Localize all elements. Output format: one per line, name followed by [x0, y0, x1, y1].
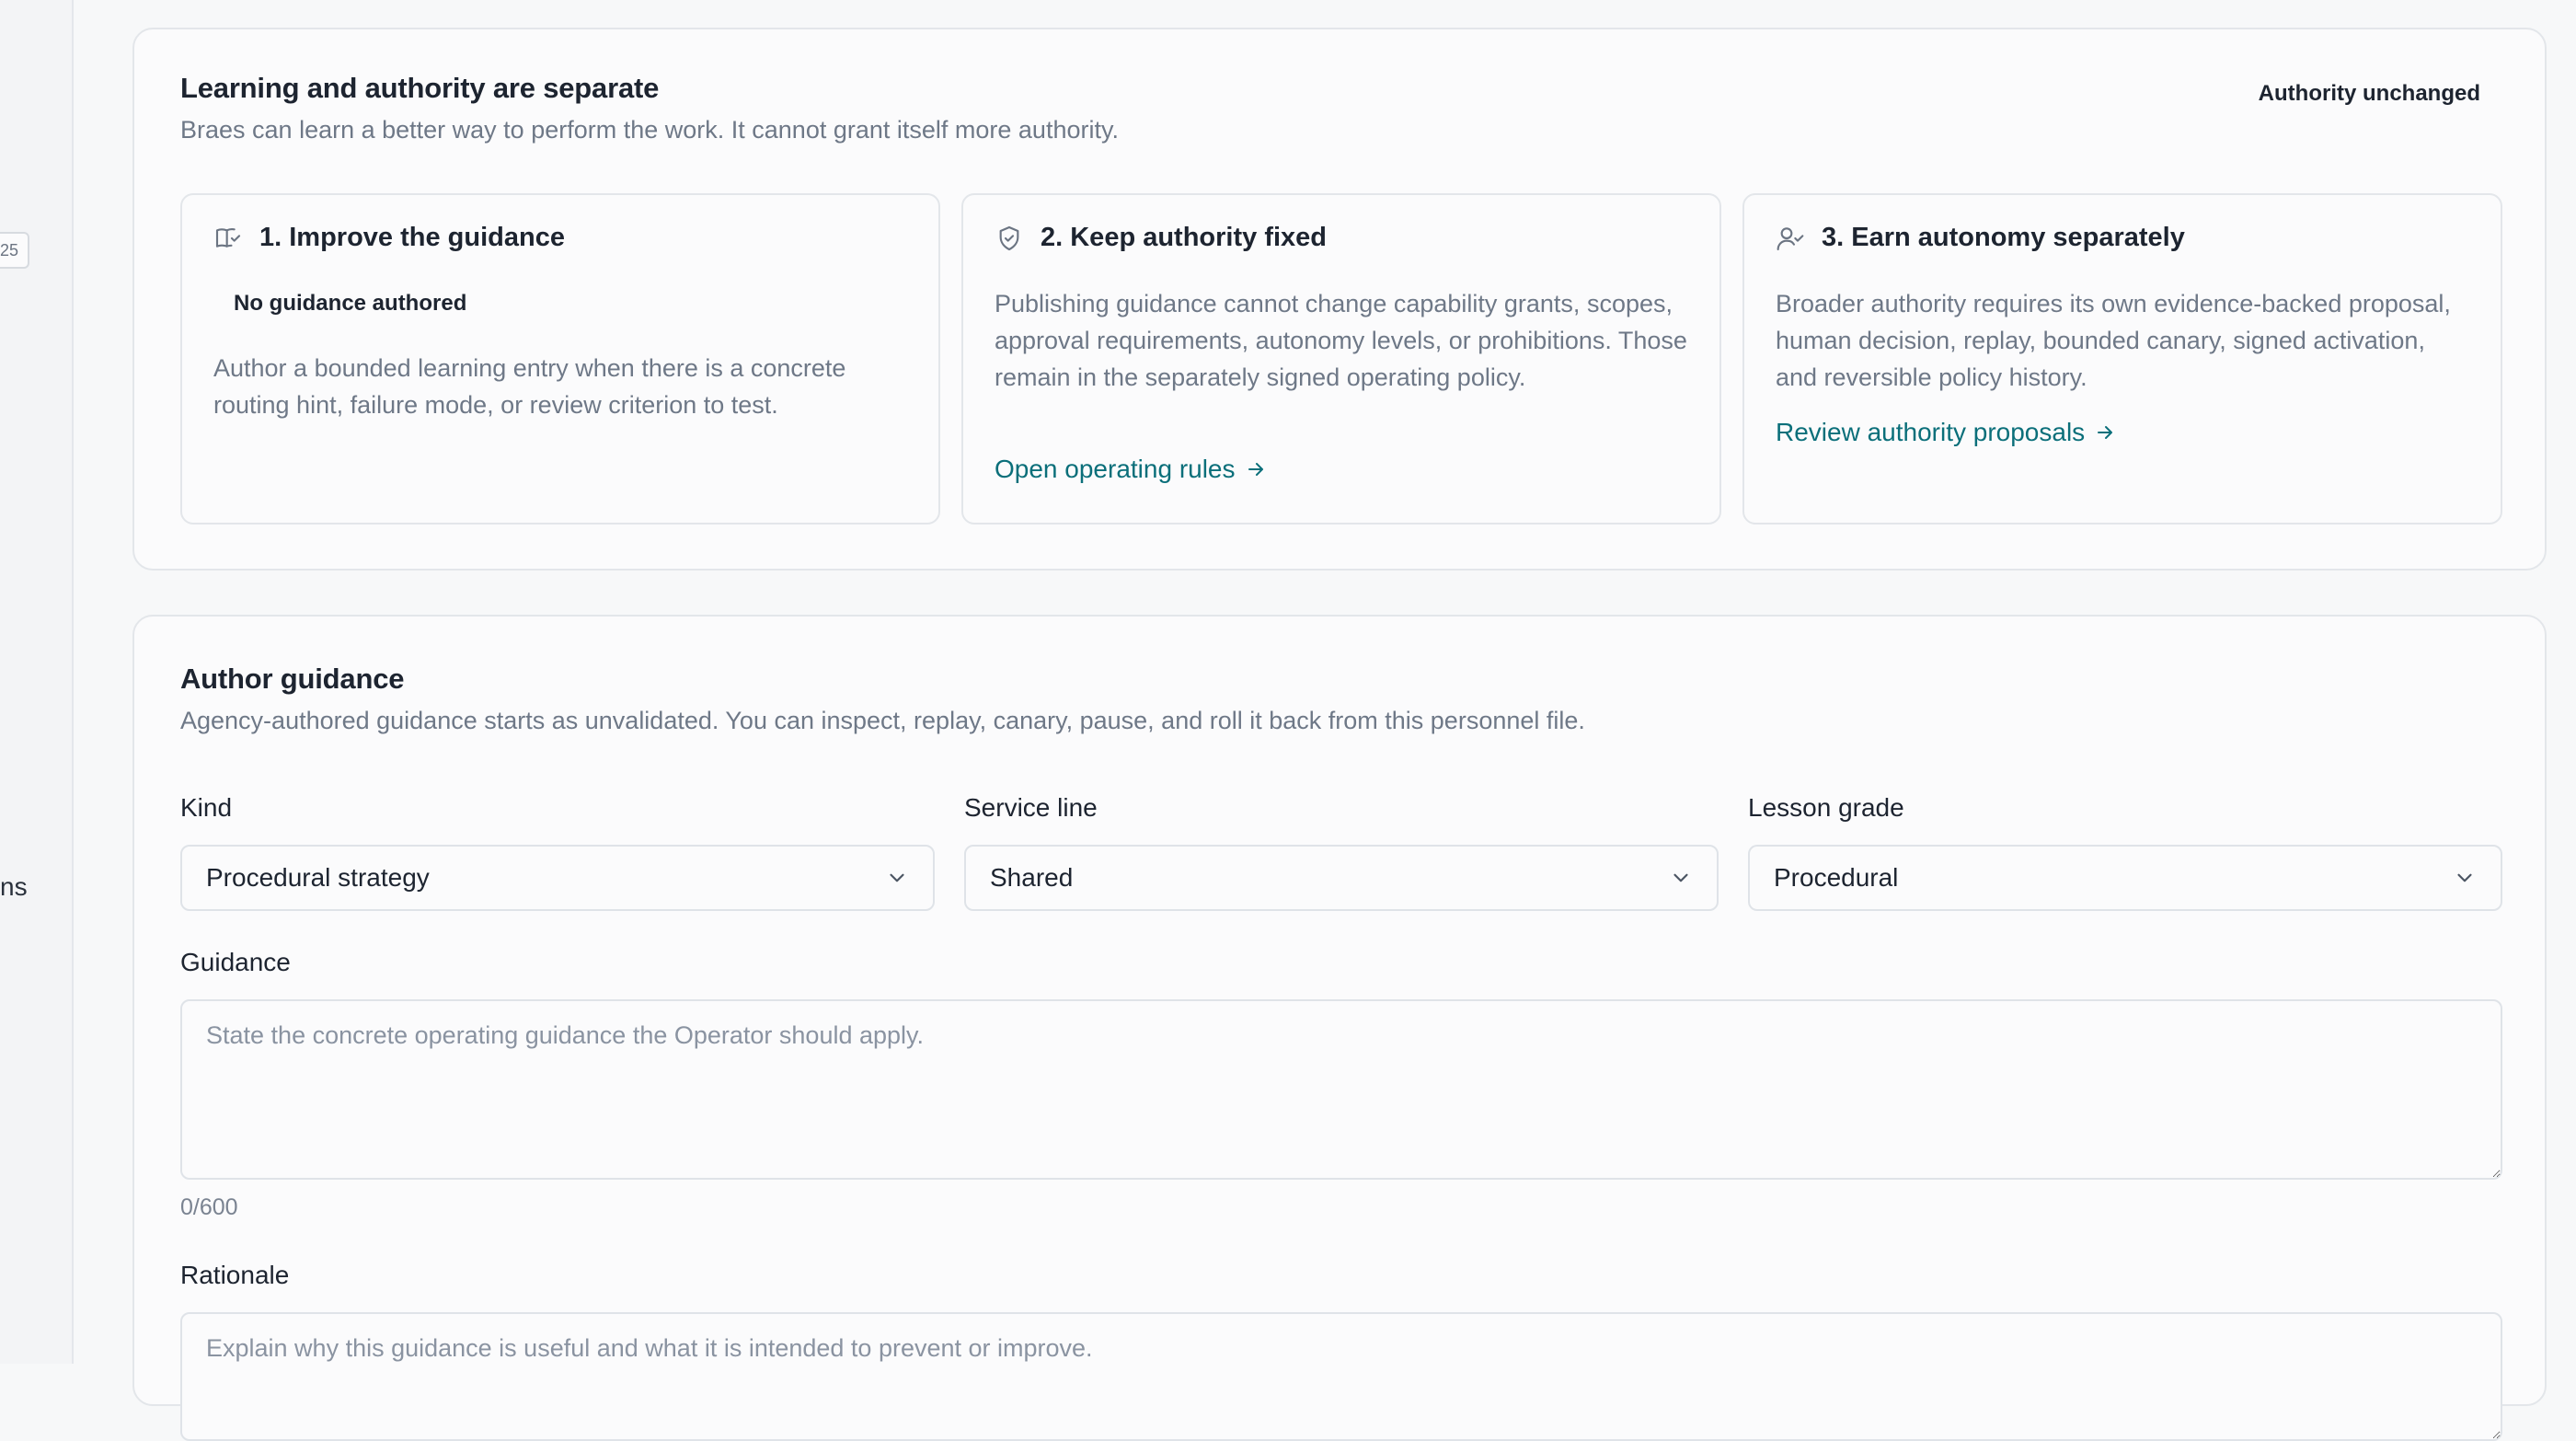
author-subtitle: Agency-authored guidance starts as unval…	[180, 707, 1585, 734]
chevron-down-icon	[890, 873, 904, 882]
step-description: Author a bounded learning entry when the…	[213, 354, 846, 419]
service-line-selected-value: Shared	[990, 863, 1074, 892]
kind-label: Kind	[180, 793, 233, 822]
lesson-grade-select[interactable]: Procedural	[1748, 845, 2502, 911]
user-check-icon	[1777, 226, 1804, 250]
separation-subtitle: Braes can learn a better way to perform …	[180, 116, 1119, 144]
step-description: Publishing guidance cannot change capabi…	[995, 290, 1687, 391]
step-description: Broader authority requires its own evide…	[1776, 290, 2451, 391]
separation-title: Learning and authority are separate	[180, 72, 660, 104]
guidance-status-label: No guidance authored	[234, 291, 467, 316]
step-title: 1. Improve the guidance	[259, 223, 565, 252]
open-operating-rules-link[interactable]: Open operating rules	[995, 455, 1267, 484]
book-check-icon	[215, 227, 241, 248]
arrow-right-icon	[2098, 426, 2113, 439]
step-earn-autonomy: 3. Earn autonomy separately Broader auth…	[1742, 193, 2502, 525]
step-improve-guidance: 1. Improve the guidance No guidance auth…	[180, 193, 940, 525]
author-guidance-card: Author guidance Agency-authored guidance…	[132, 615, 2547, 1441]
guidance-textarea[interactable]	[180, 999, 2502, 1180]
separation-card: Learning and authority are separate Brae…	[132, 28, 2547, 571]
guidance-char-counter: 0/600	[180, 1194, 238, 1220]
review-authority-proposals-link[interactable]: Review authority proposals	[1776, 418, 2116, 447]
lesson-grade-selected-value: Procedural	[1774, 863, 1899, 892]
arrow-right-icon	[1248, 463, 1263, 476]
shield-check-icon	[999, 225, 1019, 250]
sidebar: 25 ns	[0, 0, 74, 1364]
kind-select[interactable]: Procedural strategy	[180, 845, 935, 911]
link-label: Open operating rules	[995, 455, 1236, 483]
lesson-grade-label: Lesson grade	[1748, 793, 1904, 822]
link-label: Review authority proposals	[1776, 418, 2086, 446]
guidance-label: Guidance	[180, 948, 291, 976]
step-title: 2. Keep authority fixed	[1041, 223, 1328, 252]
chevron-down-icon	[2457, 873, 2472, 882]
service-line-label: Service line	[964, 793, 1098, 822]
kind-selected-value: Procedural strategy	[206, 863, 430, 892]
rationale-textarea[interactable]	[180, 1312, 2502, 1441]
step-title: 3. Earn autonomy separately	[1822, 223, 2185, 252]
authority-status-badge: Authority unchanged	[2258, 81, 2480, 106]
step-keep-authority: 2. Keep authority fixed Publishing guida…	[961, 193, 1721, 525]
author-title: Author guidance	[180, 663, 405, 695]
service-line-select[interactable]: Shared	[964, 845, 1719, 911]
sidebar-item-label[interactable]: ns	[0, 872, 28, 902]
sidebar-count-badge: 25	[0, 232, 29, 269]
rationale-label: Rationale	[180, 1261, 290, 1289]
chevron-down-icon	[1673, 873, 1688, 882]
